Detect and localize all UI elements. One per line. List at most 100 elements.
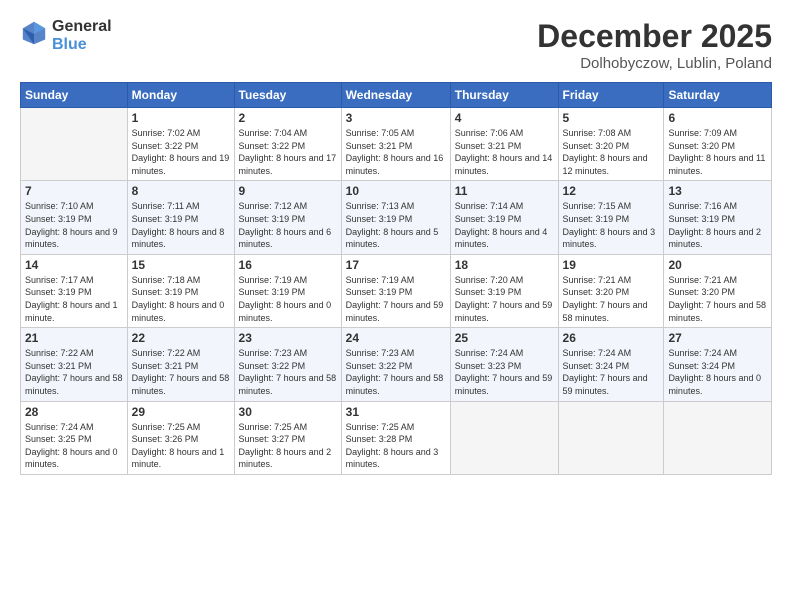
calendar-cell: 10 Sunrise: 7:13 AMSunset: 3:19 PMDayligh… [341, 181, 450, 254]
location-title: Dolhobyczow, Lublin, Poland [537, 55, 772, 72]
day-number: 14 [25, 258, 123, 272]
day-detail: Sunrise: 7:12 AMSunset: 3:19 PMDaylight:… [239, 200, 337, 250]
day-header-monday: Monday [127, 83, 234, 108]
day-detail: Sunrise: 7:11 AMSunset: 3:19 PMDaylight:… [132, 200, 230, 250]
day-detail: Sunrise: 7:24 AMSunset: 3:23 PMDaylight:… [455, 347, 554, 397]
calendar-week-3: 21 Sunrise: 7:22 AMSunset: 3:21 PMDayligh… [21, 328, 772, 401]
day-number: 1 [132, 111, 230, 125]
calendar-cell: 15 Sunrise: 7:18 AMSunset: 3:19 PMDayligh… [127, 254, 234, 327]
day-number: 15 [132, 258, 230, 272]
day-number: 16 [239, 258, 337, 272]
day-number: 26 [563, 331, 660, 345]
logo-general: General [52, 18, 112, 36]
day-header-thursday: Thursday [450, 83, 558, 108]
calendar-cell: 5 Sunrise: 7:08 AMSunset: 3:20 PMDaylight… [558, 108, 664, 181]
day-header-friday: Friday [558, 83, 664, 108]
day-header-tuesday: Tuesday [234, 83, 341, 108]
header-row: General Blue December 2025 Dolhobyczow, … [20, 18, 772, 72]
day-number: 6 [668, 111, 767, 125]
day-number: 28 [25, 405, 123, 419]
day-number: 5 [563, 111, 660, 125]
calendar-week-1: 7 Sunrise: 7:10 AMSunset: 3:19 PMDaylight… [21, 181, 772, 254]
day-detail: Sunrise: 7:25 AMSunset: 3:26 PMDaylight:… [132, 421, 230, 471]
calendar-cell: 21 Sunrise: 7:22 AMSunset: 3:21 PMDayligh… [21, 328, 128, 401]
day-detail: Sunrise: 7:23 AMSunset: 3:22 PMDaylight:… [239, 347, 337, 397]
day-number: 10 [346, 184, 446, 198]
calendar-cell: 2Sunrise: 7:04 AMSunset: 3:22 PMDaylight… [234, 108, 341, 181]
day-number: 25 [455, 331, 554, 345]
calendar-cell: 1 Sunrise: 7:02 AMSunset: 3:22 PMDaylight… [127, 108, 234, 181]
calendar-week-0: 1 Sunrise: 7:02 AMSunset: 3:22 PMDaylight… [21, 108, 772, 181]
calendar-cell: 25 Sunrise: 7:24 AMSunset: 3:23 PMDayligh… [450, 328, 558, 401]
day-number: 3 [346, 111, 446, 125]
calendar-cell: 4Sunrise: 7:06 AMSunset: 3:21 PMDaylight… [450, 108, 558, 181]
day-detail: Sunrise: 7:16 AMSunset: 3:19 PMDaylight:… [668, 200, 767, 250]
day-detail: Sunrise: 7:19 AMSunset: 3:19 PMDaylight:… [239, 274, 337, 324]
day-number: 7 [25, 184, 123, 198]
logo-text: General Blue [52, 18, 112, 53]
day-number: 21 [25, 331, 123, 345]
day-detail: Sunrise: 7:21 AMSunset: 3:20 PMDaylight:… [563, 274, 660, 324]
day-detail: Sunrise: 7:08 AMSunset: 3:20 PMDaylight:… [563, 127, 660, 177]
day-number: 18 [455, 258, 554, 272]
calendar-cell: 30Sunrise: 7:25 AMSunset: 3:27 PMDayligh… [234, 401, 341, 474]
day-detail: Sunrise: 7:06 AMSunset: 3:21 PMDaylight:… [455, 127, 554, 177]
day-detail: Sunrise: 7:10 AMSunset: 3:19 PMDaylight:… [25, 200, 123, 250]
day-detail: Sunrise: 7:24 AMSunset: 3:24 PMDaylight:… [563, 347, 660, 397]
calendar-cell [664, 401, 772, 474]
calendar-cell [21, 108, 128, 181]
day-number: 8 [132, 184, 230, 198]
calendar-cell: 19 Sunrise: 7:21 AMSunset: 3:20 PMDayligh… [558, 254, 664, 327]
day-detail: Sunrise: 7:02 AMSunset: 3:22 PMDaylight:… [132, 127, 230, 177]
calendar-cell: 17Sunrise: 7:19 AMSunset: 3:19 PMDayligh… [341, 254, 450, 327]
calendar-cell: 29 Sunrise: 7:25 AMSunset: 3:26 PMDayligh… [127, 401, 234, 474]
calendar-cell: 24 Sunrise: 7:23 AMSunset: 3:22 PMDayligh… [341, 328, 450, 401]
calendar-cell: 14 Sunrise: 7:17 AMSunset: 3:19 PMDayligh… [21, 254, 128, 327]
day-detail: Sunrise: 7:24 AMSunset: 3:25 PMDaylight:… [25, 421, 123, 471]
day-detail: Sunrise: 7:23 AMSunset: 3:22 PMDaylight:… [346, 347, 446, 397]
day-number: 22 [132, 331, 230, 345]
calendar-cell: 8 Sunrise: 7:11 AMSunset: 3:19 PMDaylight… [127, 181, 234, 254]
day-detail: Sunrise: 7:24 AMSunset: 3:24 PMDaylight:… [668, 347, 767, 397]
calendar-cell: 16 Sunrise: 7:19 AMSunset: 3:19 PMDayligh… [234, 254, 341, 327]
day-detail: Sunrise: 7:18 AMSunset: 3:19 PMDaylight:… [132, 274, 230, 324]
day-detail: Sunrise: 7:22 AMSunset: 3:21 PMDaylight:… [25, 347, 123, 397]
day-detail: Sunrise: 7:09 AMSunset: 3:20 PMDaylight:… [668, 127, 767, 177]
calendar-cell: 18 Sunrise: 7:20 AMSunset: 3:19 PMDayligh… [450, 254, 558, 327]
calendar-cell: 3Sunrise: 7:05 AMSunset: 3:21 PMDaylight… [341, 108, 450, 181]
day-number: 2 [239, 111, 337, 125]
logo-icon [20, 19, 48, 52]
calendar-table: SundayMondayTuesdayWednesdayThursdayFrid… [20, 82, 772, 475]
calendar-week-4: 28 Sunrise: 7:24 AMSunset: 3:25 PMDayligh… [21, 401, 772, 474]
day-number: 20 [668, 258, 767, 272]
day-detail: Sunrise: 7:21 AMSunset: 3:20 PMDaylight:… [668, 274, 767, 324]
logo-blue: Blue [52, 36, 112, 54]
day-detail: Sunrise: 7:13 AMSunset: 3:19 PMDaylight:… [346, 200, 446, 250]
day-number: 27 [668, 331, 767, 345]
calendar-cell: 28 Sunrise: 7:24 AMSunset: 3:25 PMDayligh… [21, 401, 128, 474]
calendar-cell: 7 Sunrise: 7:10 AMSunset: 3:19 PMDaylight… [21, 181, 128, 254]
day-detail: Sunrise: 7:17 AMSunset: 3:19 PMDaylight:… [25, 274, 123, 324]
calendar-header: SundayMondayTuesdayWednesdayThursdayFrid… [21, 83, 772, 108]
calendar-cell: 22Sunrise: 7:22 AMSunset: 3:21 PMDayligh… [127, 328, 234, 401]
day-number: 24 [346, 331, 446, 345]
calendar-cell: 6 Sunrise: 7:09 AMSunset: 3:20 PMDaylight… [664, 108, 772, 181]
day-number: 23 [239, 331, 337, 345]
calendar-cell: 20 Sunrise: 7:21 AMSunset: 3:20 PMDayligh… [664, 254, 772, 327]
calendar-week-2: 14 Sunrise: 7:17 AMSunset: 3:19 PMDayligh… [21, 254, 772, 327]
day-detail: Sunrise: 7:15 AMSunset: 3:19 PMDaylight:… [563, 200, 660, 250]
calendar-cell: 11Sunrise: 7:14 AMSunset: 3:19 PMDayligh… [450, 181, 558, 254]
day-number: 13 [668, 184, 767, 198]
title-block: December 2025 Dolhobyczow, Lublin, Polan… [537, 18, 772, 72]
calendar-cell: 12 Sunrise: 7:15 AMSunset: 3:19 PMDayligh… [558, 181, 664, 254]
day-number: 19 [563, 258, 660, 272]
calendar-cell: 9Sunrise: 7:12 AMSunset: 3:19 PMDaylight… [234, 181, 341, 254]
calendar-cell: 26 Sunrise: 7:24 AMSunset: 3:24 PMDayligh… [558, 328, 664, 401]
day-number: 30 [239, 405, 337, 419]
day-detail: Sunrise: 7:14 AMSunset: 3:19 PMDaylight:… [455, 200, 554, 250]
day-number: 29 [132, 405, 230, 419]
day-header-saturday: Saturday [664, 83, 772, 108]
day-number: 12 [563, 184, 660, 198]
day-detail: Sunrise: 7:20 AMSunset: 3:19 PMDaylight:… [455, 274, 554, 324]
day-detail: Sunrise: 7:25 AMSunset: 3:28 PMDaylight:… [346, 421, 446, 471]
